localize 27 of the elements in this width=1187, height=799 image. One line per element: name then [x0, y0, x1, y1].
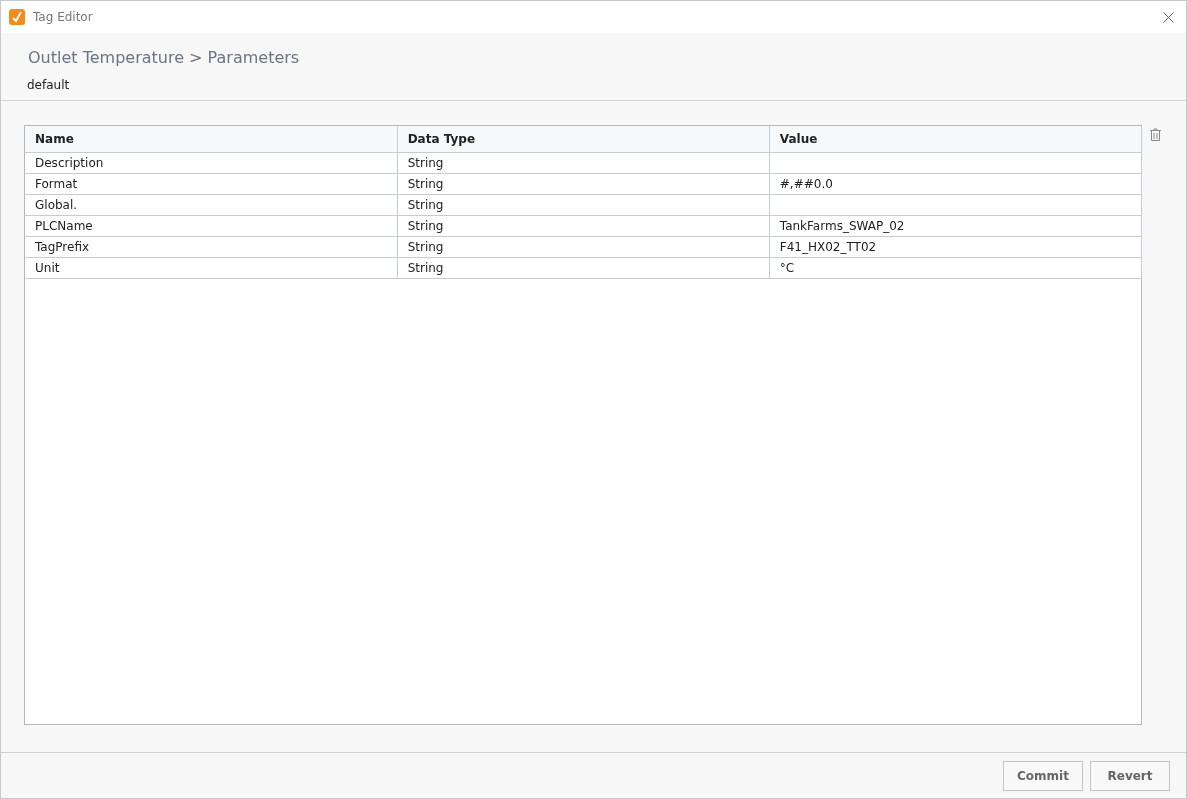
trash-icon[interactable]	[1150, 128, 1161, 141]
table-cell: String	[397, 215, 770, 236]
table-cell: Format	[25, 173, 398, 194]
table-cell: Unit	[25, 257, 398, 278]
table-cell: F41_HX02_TT02	[769, 236, 1142, 257]
table-cell: TagPrefix	[25, 236, 398, 257]
checkmark-app-icon	[9, 9, 25, 25]
table-cell: String	[397, 152, 770, 173]
action-button[interactable]: Revert	[1090, 760, 1170, 791]
table-cell: °C	[769, 257, 1142, 278]
subtitle: default	[27, 77, 71, 94]
breadcrumb: Outlet Temperature > Parameters	[28, 47, 301, 69]
table-cell: String	[397, 194, 770, 215]
column-header[interactable]: Data Type	[397, 126, 770, 152]
table-cell: String	[397, 257, 770, 278]
column-header[interactable]: Name	[25, 126, 398, 152]
action-button[interactable]: Commit	[1003, 760, 1083, 791]
table-cell: PLCName	[25, 215, 398, 236]
table-cell: Global.	[25, 194, 398, 215]
window-title: Tag Editor	[33, 9, 94, 26]
table-cell: String	[397, 173, 770, 194]
close-icon[interactable]	[1163, 11, 1174, 23]
table-cell: #,##0.0	[769, 173, 1142, 194]
table-cell: String	[397, 236, 770, 257]
table-cell: TankFarms_SWAP_02	[769, 215, 1142, 236]
table-cell: Description	[25, 152, 398, 173]
column-header[interactable]: Value	[769, 126, 1142, 152]
